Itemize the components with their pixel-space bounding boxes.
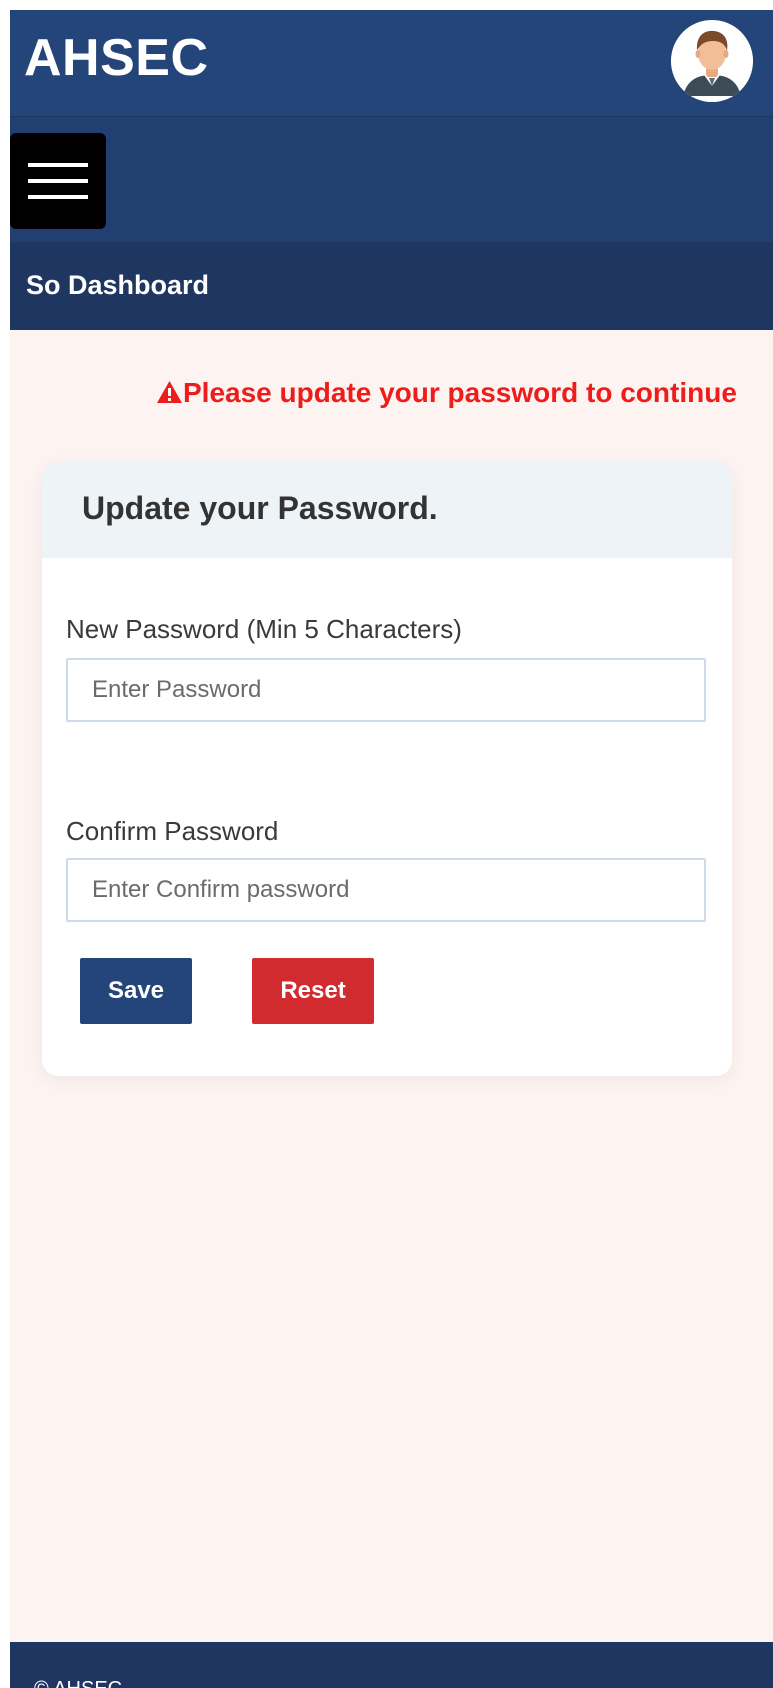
menu-line [28,195,88,199]
hamburger-menu-icon[interactable] [10,133,106,229]
new-password-label: New Password (Min 5 Characters) [66,614,462,644]
confirm-password-input[interactable] [66,858,706,922]
warning-message: Please update your password to continue [183,377,737,408]
breadcrumb-title: So Dashboard [26,270,210,300]
password-warning: Please update your password to continue [156,377,740,411]
menu-line [28,163,88,167]
confirm-password-label: Confirm Password [66,816,279,846]
footer: © AHSEC [10,1642,773,1688]
footer-copyright: © AHSEC [34,1678,122,1688]
warning-triangle-icon [156,379,183,411]
card-header: Update your Password. [42,462,732,558]
menu-line [28,179,88,183]
new-password-input[interactable] [66,658,706,722]
card-title: Update your Password. [82,490,438,526]
app-frame: AHSEC So Dashboard Please update your pa… [10,10,773,1688]
update-password-card: Update your Password. New Password (Min … [42,462,732,1076]
reset-button[interactable]: Reset [252,958,374,1024]
nav-bar [10,116,773,253]
brand-title: AHSEC [24,29,209,87]
top-header: AHSEC [10,10,773,116]
breadcrumb-bar: So Dashboard [10,242,773,330]
save-button[interactable]: Save [80,958,192,1024]
user-avatar-icon[interactable] [671,20,753,102]
